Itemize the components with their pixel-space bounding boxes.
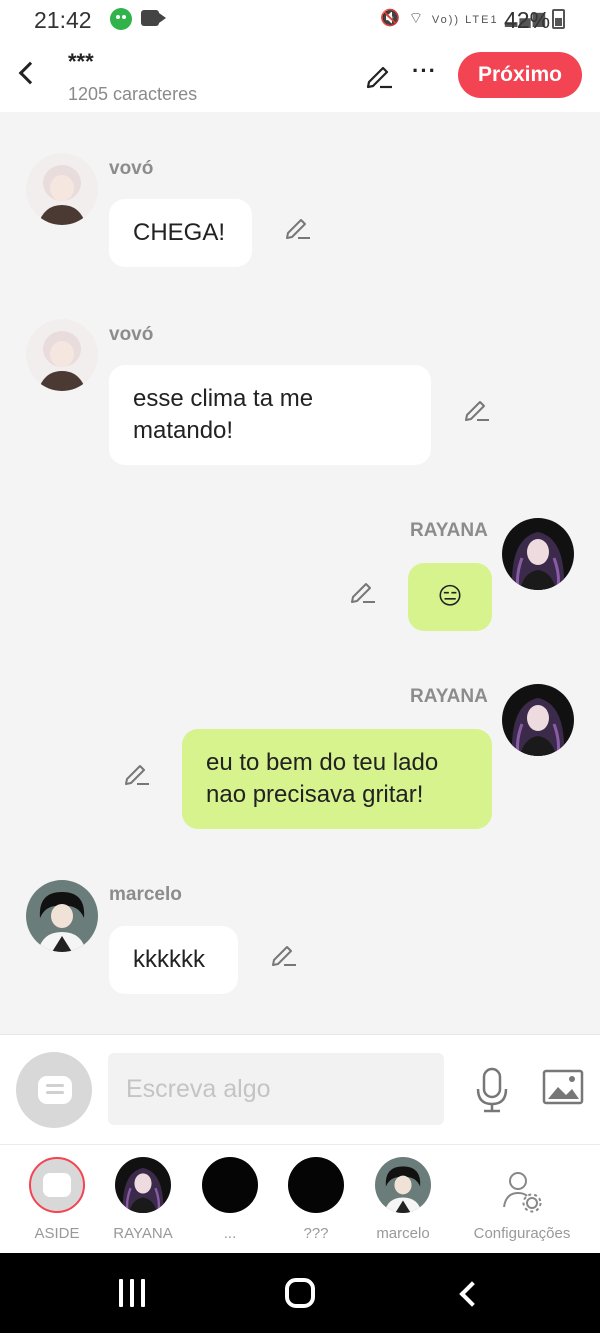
page-title: *** [68, 49, 94, 74]
message-input[interactable] [108, 1053, 444, 1125]
character-label: RAYANA [113, 1225, 173, 1242]
avatar-marcelo[interactable] [26, 880, 98, 952]
avatar-rayana[interactable] [502, 518, 574, 590]
narrator-toggle-button[interactable] [16, 1052, 92, 1128]
aside-icon [29, 1157, 85, 1213]
avatar-vovo[interactable] [26, 153, 98, 225]
message-bubble[interactable]: CHEGA! [109, 199, 252, 267]
back-button[interactable] [12, 56, 42, 90]
avatar-rayana [115, 1157, 171, 1213]
system-back-button[interactable] [457, 1281, 479, 1305]
user-settings-icon [503, 1172, 542, 1213]
next-button[interactable]: Próximo [458, 52, 582, 98]
battery-percent: 42% [504, 7, 551, 33]
app-notification-icon [110, 8, 132, 30]
message-composer [0, 1034, 600, 1144]
edit-message-icon[interactable] [270, 939, 298, 967]
message-bubble[interactable]: 😑 [408, 563, 492, 631]
wifi-icon: ⌔ [408, 10, 426, 27]
avatar-blank [288, 1157, 344, 1213]
speaker-name: RAYANA [410, 686, 488, 707]
image-icon[interactable] [542, 1069, 584, 1105]
mute-icon: 🔇 [380, 10, 402, 27]
avatar-blank [202, 1157, 258, 1213]
status-bar: 21:42 🔇 ⌔ Vo)) LTE1 ▂▄▆ 42% [0, 0, 600, 40]
message-bubble[interactable]: kkkkkk [109, 926, 238, 994]
character-label: ... [223, 1225, 237, 1242]
speaker-name: vovó [109, 324, 154, 345]
recent-apps-button[interactable] [119, 1279, 147, 1307]
avatar-rayana[interactable] [502, 684, 574, 756]
speaker-name: RAYANA [410, 520, 488, 541]
microphone-icon[interactable] [474, 1067, 510, 1113]
network-text: Vo)) LTE1 [431, 14, 499, 26]
speaker-name: vovó [109, 158, 154, 179]
character-bar: ASIDE RAYANA ... ??? marcelo Configuraçõ… [0, 1144, 600, 1253]
edit-message-icon[interactable] [349, 576, 377, 604]
character-marcelo[interactable]: marcelo [359, 1157, 447, 1251]
avatar-vovo[interactable] [26, 319, 98, 391]
edit-message-icon[interactable] [463, 394, 491, 422]
settings-button[interactable]: Configurações [466, 1157, 578, 1251]
character-count: 1205 caracteres [68, 84, 198, 104]
edit-message-icon[interactable] [123, 758, 151, 786]
pencil-icon [366, 66, 392, 89]
character-dots[interactable]: ... [186, 1157, 274, 1251]
app-header: *** 1205 caracteres ··· Próximo [0, 40, 600, 112]
edit-message-icon[interactable] [284, 212, 312, 240]
edit-title-button[interactable] [364, 60, 394, 90]
system-nav-bar [0, 1253, 600, 1333]
speaker-name: marcelo [109, 884, 182, 905]
message-bubble[interactable]: eu to bem do teu lado nao precisava grit… [182, 729, 492, 829]
character-unknown[interactable]: ??? [272, 1157, 360, 1251]
message-bubble[interactable]: esse clima ta me matando! [109, 365, 431, 465]
character-label: ??? [303, 1225, 329, 1242]
character-label: marcelo [376, 1225, 430, 1242]
character-aside[interactable]: ASIDE [13, 1157, 101, 1251]
settings-label: Configurações [473, 1225, 571, 1242]
character-rayana[interactable]: RAYANA [99, 1157, 187, 1251]
character-label: ASIDE [34, 1225, 80, 1242]
chat-bubble-icon [38, 1076, 72, 1104]
avatar-marcelo [375, 1157, 431, 1213]
video-camera-icon [141, 10, 166, 26]
home-button[interactable] [285, 1278, 315, 1308]
more-options-button[interactable]: ··· [412, 58, 437, 84]
battery-icon [552, 9, 565, 29]
status-time: 21:42 [34, 7, 92, 33]
